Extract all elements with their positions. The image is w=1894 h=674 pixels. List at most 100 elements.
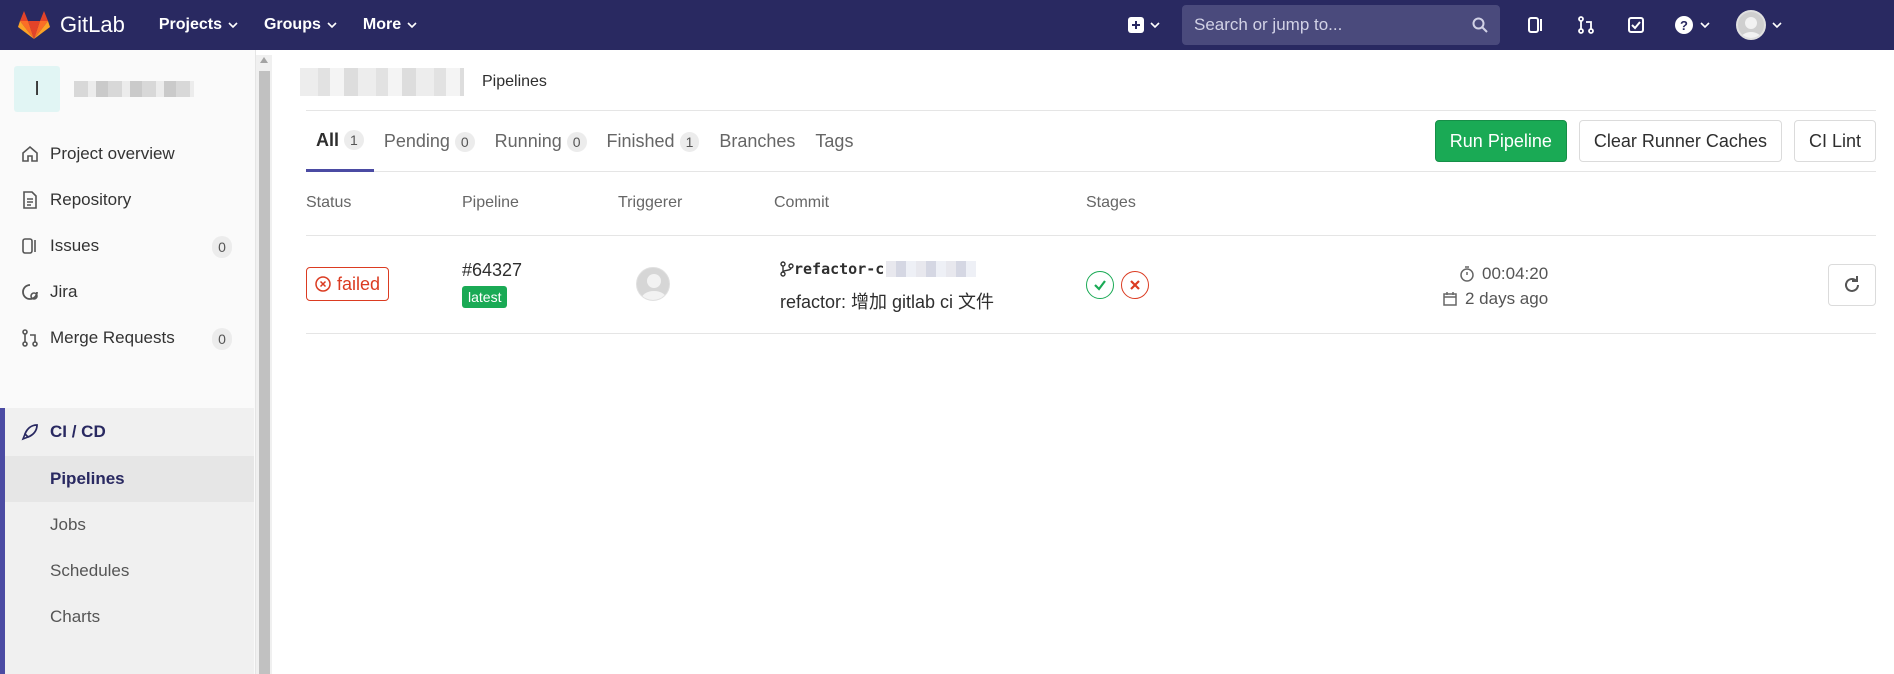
sidebar-sub-jobs[interactable]: Jobs <box>5 502 254 548</box>
timer-icon <box>1460 266 1474 282</box>
latest-badge: latest <box>462 286 508 308</box>
commit-message-link[interactable]: refactor: 增加 gitlab ci 文件 <box>780 288 994 314</box>
calendar-icon <box>1443 292 1457 306</box>
tab-count: 0 <box>566 131 587 152</box>
merge-requests-nav-icon[interactable] <box>1574 13 1598 37</box>
project-name-redacted <box>74 81 194 97</box>
ci-lint-button[interactable]: CI Lint <box>1793 120 1876 162</box>
sidebar-item-jira[interactable]: Jira <box>0 270 254 314</box>
run-pipeline-button[interactable]: Run Pipeline <box>1434 120 1567 162</box>
sidebar-scrollbar[interactable] <box>256 55 272 674</box>
new-dropdown[interactable] <box>1128 17 1160 33</box>
menu-projects[interactable]: Projects <box>159 16 238 34</box>
tab-running[interactable]: Running 0 <box>485 111 597 172</box>
breadcrumb-redacted[interactable] <box>300 68 464 96</box>
search-input[interactable] <box>1194 15 1454 35</box>
project-avatar: I <box>14 66 60 112</box>
chevron-down-icon <box>1772 22 1782 29</box>
status-badge[interactable]: failed <box>306 267 390 301</box>
menu-more[interactable]: More <box>363 16 417 34</box>
pipeline-tabs: All 1 Pending 0 Running 0 Finished 1 Branche… <box>306 111 863 172</box>
stage-passed[interactable] <box>1086 271 1114 299</box>
stage-failed[interactable] <box>1121 271 1149 299</box>
chevron-down-icon <box>1700 22 1710 29</box>
tab-count: 1 <box>679 131 700 152</box>
tab-label: Running <box>494 131 562 151</box>
breadcrumb: Pipelines <box>300 68 547 96</box>
tab-finished[interactable]: Finished 1 <box>597 111 710 172</box>
header-commit: Commit <box>774 194 830 211</box>
svg-text:?: ? <box>1680 18 1688 33</box>
menu-more-label: More <box>362 16 402 33</box>
todos-nav-icon[interactable] <box>1624 13 1648 37</box>
doc-icon <box>20 190 40 210</box>
scrollbar-thumb[interactable] <box>259 71 270 674</box>
tab-label: Pending <box>383 131 450 151</box>
home-icon <box>20 144 40 164</box>
sidebar: I Project overview Repository Issues 0 J… <box>0 50 256 674</box>
gitlab-logo-icon <box>18 11 50 39</box>
help-dropdown[interactable]: ? <box>1674 15 1710 35</box>
search-box[interactable] <box>1182 5 1500 45</box>
main-menu: Projects Groups More <box>159 16 417 34</box>
sidebar-item-merge-requests[interactable]: Merge Requests 0 <box>0 316 254 360</box>
status-label: failed <box>337 273 381 294</box>
pipeline-finished-time: 2 days ago <box>1443 289 1548 309</box>
pipeline-tabs-bar: All 1 Pending 0 Running 0 Finished 1 Branche… <box>306 110 1876 172</box>
header-pipeline: Pipeline <box>462 194 519 211</box>
sidebar-item-label: Repository <box>50 190 132 209</box>
triggerer-avatar[interactable] <box>636 267 670 301</box>
brand[interactable]: GitLab <box>18 10 125 40</box>
sidebar-item-label: CI / CD <box>50 422 106 441</box>
pipeline-duration: 00:04:20 <box>1460 264 1548 284</box>
duration-value: 00:04:20 <box>1482 264 1549 283</box>
pipeline-actions: Run Pipeline Clear Runner Caches CI Lint <box>1434 120 1876 162</box>
menu-groups[interactable]: Groups <box>264 16 337 34</box>
tab-tags[interactable]: Tags <box>805 111 863 172</box>
retry-button[interactable] <box>1828 264 1876 306</box>
commit-ref-name: refactor-c <box>794 260 885 278</box>
sidebar-item-label: Project overview <box>50 144 175 163</box>
top-navbar: GitLab Projects Groups More ? <box>0 0 1894 50</box>
tab-count: 1 <box>344 130 364 150</box>
issues-nav-icon[interactable] <box>1524 13 1548 37</box>
nav-icons: ? <box>1524 10 1782 40</box>
sidebar-item-project-overview[interactable]: Project overview <box>0 132 254 176</box>
tab-all[interactable]: All 1 <box>306 111 374 172</box>
menu-groups-label: Groups <box>263 16 321 33</box>
sidebar-sub-pipelines[interactable]: Pipelines <box>5 456 254 502</box>
tab-label: Tags <box>815 131 854 151</box>
sidebar-item-label: Jira <box>50 282 78 301</box>
sidebar-item-ci-cd[interactable]: CI / CD <box>5 408 254 456</box>
issues-icon <box>20 236 40 256</box>
header-triggerer: Triggerer <box>618 194 683 211</box>
clear-runner-caches-button[interactable]: Clear Runner Caches <box>1578 120 1782 162</box>
sidebar-cicd-group: CI / CD Pipelines Jobs Schedules Charts <box>0 408 254 674</box>
sidebar-item-repository[interactable]: Repository <box>0 178 254 222</box>
chevron-down-icon <box>1150 22 1160 29</box>
avatar <box>1736 10 1766 40</box>
sidebar-sub-charts[interactable]: Charts <box>5 594 254 640</box>
sidebar-item-issues[interactable]: Issues 0 <box>0 224 254 268</box>
brand-name: GitLab <box>60 12 125 37</box>
pipeline-id-link[interactable]: #64327 <box>462 260 522 281</box>
rocket-icon <box>20 422 40 442</box>
chevron-down-icon <box>327 22 337 29</box>
commit-ref[interactable]: refactor-c <box>780 260 977 278</box>
scroll-up-arrow-icon[interactable] <box>260 57 268 63</box>
check-icon <box>1094 280 1106 291</box>
branch-icon <box>780 261 794 277</box>
sidebar-item-label: Issues <box>50 236 100 255</box>
user-menu[interactable] <box>1736 10 1782 40</box>
header-status: Status <box>306 194 352 211</box>
user-silhouette-icon <box>1740 17 1762 38</box>
breadcrumb-current[interactable]: Pipelines <box>482 73 547 91</box>
project-header[interactable]: I <box>14 66 194 112</box>
tab-label: Finished <box>606 131 675 151</box>
retry-icon <box>1845 276 1859 292</box>
tab-branches[interactable]: Branches <box>709 111 805 172</box>
sidebar-sub-schedules[interactable]: Schedules <box>5 548 254 594</box>
tab-pending[interactable]: Pending 0 <box>374 111 485 172</box>
header-stages: Stages <box>1086 194 1136 211</box>
search-icon[interactable] <box>1472 17 1488 33</box>
